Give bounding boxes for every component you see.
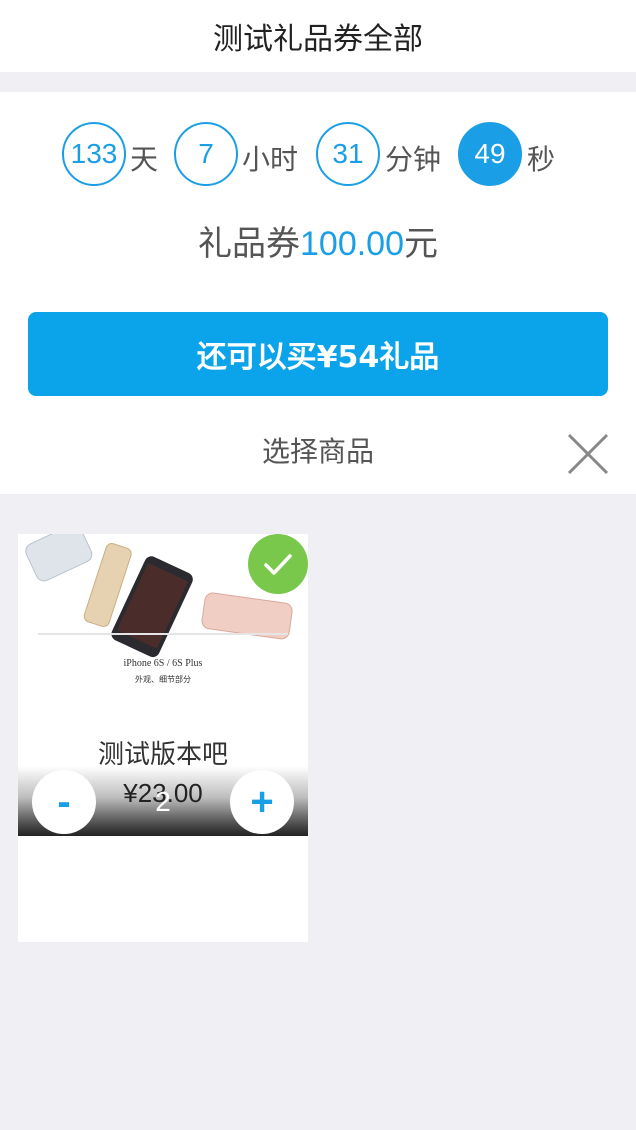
page-title: 测试礼品券全部 bbox=[213, 22, 423, 57]
remaining-buy-button[interactable]: 还可以买¥54礼品 bbox=[28, 312, 608, 396]
increase-quantity-button[interactable]: + bbox=[230, 770, 294, 834]
selected-check-icon[interactable] bbox=[248, 534, 308, 594]
voucher-value: 礼品券100.00元 bbox=[0, 216, 636, 265]
countdown-days-unit: 天 bbox=[130, 143, 159, 176]
header: 测试礼品券全部 bbox=[0, 0, 636, 72]
countdown-minutes: 31 bbox=[316, 122, 380, 186]
countdown-days: 133 bbox=[62, 122, 126, 186]
voucher-prefix: 礼品券 bbox=[198, 224, 300, 264]
voucher-amount: 100.00 bbox=[300, 225, 404, 263]
select-products-label: 选择商品 bbox=[261, 435, 374, 468]
image-caption: iPhone 6S / 6S Plus bbox=[124, 658, 203, 669]
countdown-seconds: 49 bbox=[458, 122, 522, 186]
product-card[interactable]: iPhone 6S / 6S Plus 外观、细节部分 测试版本吧 ¥23.00… bbox=[18, 534, 308, 942]
voucher-panel: 133 天 7 小时 31 分钟 49 秒 礼品券100.00元 还可以买¥54… bbox=[0, 92, 636, 494]
voucher-suffix: 元 bbox=[404, 224, 438, 264]
close-icon[interactable] bbox=[566, 432, 610, 476]
countdown: 133 天 7 小时 31 分钟 49 秒 bbox=[0, 122, 636, 188]
quantity-stepper: ¥23.00 2 - + bbox=[18, 766, 308, 836]
decrease-quantity-button[interactable]: - bbox=[32, 770, 96, 834]
countdown-hours-unit: 小时 bbox=[242, 143, 299, 176]
image-subcaption: 外观、细节部分 bbox=[135, 674, 191, 684]
countdown-hours: 7 bbox=[174, 122, 238, 186]
countdown-seconds-unit: 秒 bbox=[527, 143, 556, 176]
countdown-minutes-unit: 分钟 bbox=[385, 143, 442, 176]
